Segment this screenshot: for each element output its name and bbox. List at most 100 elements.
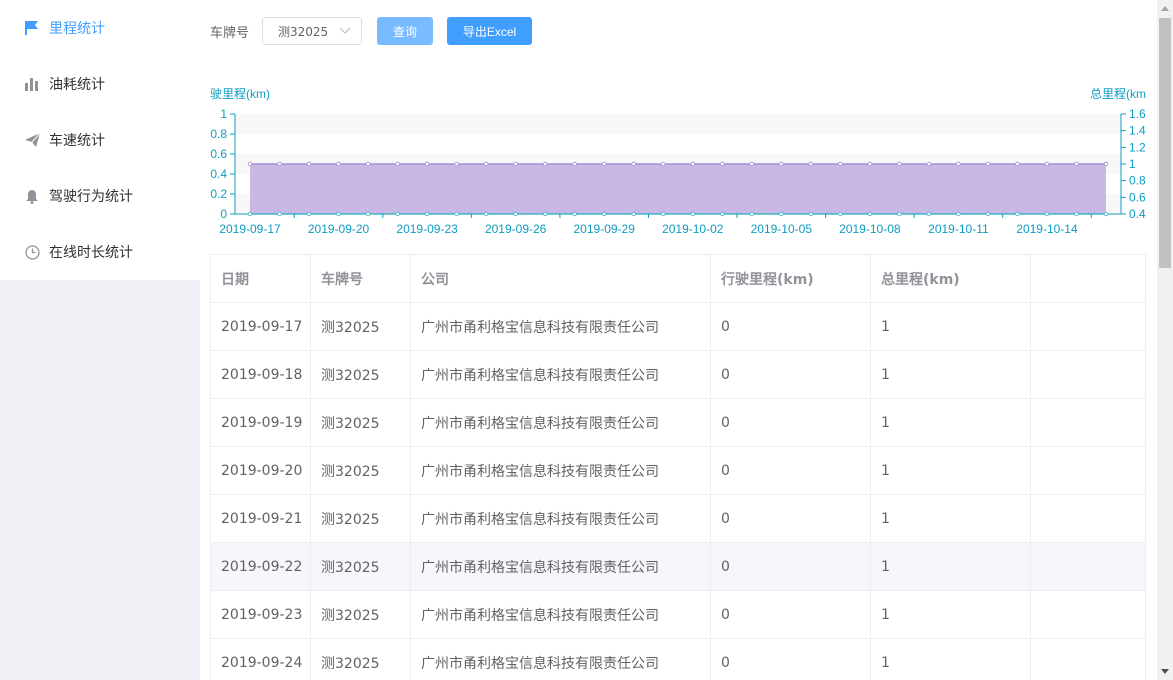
export-excel-button[interactable]: 导出Excel [447,17,533,45]
mileage-table: 日期 车牌号 公司 行驶里程(km) 总里程(km) 2019-09-17 测32025 广州… [210,254,1146,680]
left-axis-title: 驶里程(km) [210,86,270,101]
table-cell: 测32025 [311,543,411,590]
driving-mileage-point [838,211,843,217]
left-tick-label: 0.8 [210,127,227,141]
query-button[interactable]: 查询 [377,17,434,45]
sidebar-item-speed[interactable]: 车速统计 [0,112,200,168]
table-row[interactable]: 2019-09-21 测32025 广州市甬利格宝信息科技有限责任公司 0 1 [211,495,1145,543]
driving-mileage-point [395,211,400,217]
x-tick-label: 2019-10-02 [662,222,724,236]
table-cell: 2019-09-20 [211,447,311,494]
column-header[interactable]: 总里程(km) [871,255,1031,302]
total-mileage-point [454,161,459,167]
table-row[interactable]: 2019-09-17 测32025 广州市甬利格宝信息科技有限责任公司 0 1 [211,303,1145,351]
total-mileage-point [956,161,961,167]
sidebar-item-label: 在线时长统计 [49,245,133,261]
table-row[interactable]: 2019-09-18 测32025 广州市甬利格宝信息科技有限责任公司 0 1 [211,351,1145,399]
table-cell: 测32025 [311,351,411,398]
driving-mileage-point [247,211,253,217]
right-axis-title: 总里程(km [1090,86,1146,101]
sidebar: 里程统计 油耗统计 车速统计 驾驶行为统计 在线时长统计 [0,0,200,680]
total-mileage-point [306,161,312,167]
total-mileage-point [720,161,725,167]
table-cell: 1 [871,591,1031,638]
x-tick-label: 2019-09-26 [485,222,547,236]
left-tick-label: 0.6 [210,147,227,161]
total-mileage-area [250,164,1106,214]
table-row[interactable]: 2019-09-23 测32025 广州市甬利格宝信息科技有限责任公司 0 1 [211,591,1145,639]
column-header[interactable]: 公司 [411,255,711,302]
table-cell: 1 [871,303,1031,350]
sidebar-item-mileage[interactable]: 里程统计 [0,0,200,56]
x-tick-label: 2019-10-11 [928,222,989,236]
total-mileage-point [808,161,814,167]
table-cell: 测32025 [311,303,411,350]
table-cell: 广州市甬利格宝信息科技有限责任公司 [411,591,711,638]
table-cell: 1 [871,351,1031,398]
mileage-chart: 驶里程(km) 总里程(km 1 0.8 0.6 0.4 0.2 0 1.6 1.4 1.2 1 0.8… [210,86,1146,236]
page-scrollbar[interactable] [1157,0,1173,680]
driving-mileage-point [424,211,430,217]
x-tick-label: 2019-10-14 [1016,222,1078,236]
sidebar-item-online-time[interactable]: 在线时长统计 [0,224,200,280]
table-cell: 0 [711,543,871,590]
column-header[interactable]: 日期 [211,255,311,302]
total-mileage-point [513,161,518,167]
table-header-row: 日期 车牌号 公司 行驶里程(km) 总里程(km) [211,255,1145,303]
total-mileage-point [1103,161,1109,167]
column-header[interactable]: 车牌号 [311,255,411,302]
table-cell: 0 [711,447,871,494]
scroll-down-arrow-icon[interactable] [1161,669,1169,674]
driving-mileage-point [720,211,725,217]
sidebar-item-label: 油耗统计 [49,77,105,93]
table-cell: 广州市甬利格宝信息科技有限责任公司 [411,495,711,542]
total-mileage-point [247,161,253,167]
total-mileage-point [897,161,902,167]
driving-mileage-point [454,211,459,217]
total-mileage-point [631,161,636,167]
table-row[interactable]: 2019-09-22 测32025 广州市甬利格宝信息科技有限责任公司 0 1 [211,543,1145,591]
table-row[interactable]: 2019-09-20 测32025 广州市甬利格宝信息科技有限责任公司 0 1 [211,447,1145,495]
table-cell: 0 [711,351,871,398]
x-tick-label: 2019-09-23 [396,222,458,236]
table-cell: 广州市甬利格宝信息科技有限责任公司 [411,447,711,494]
scrollbar-thumb[interactable] [1159,18,1171,268]
bar-chart-icon [24,76,40,92]
left-tick-label: 0.4 [210,167,227,181]
total-mileage-point [867,161,873,167]
chart-band [235,134,1121,154]
total-mileage-point [365,161,371,167]
table-cell: 1 [871,639,1031,680]
sidebar-item-label: 驾驶行为统计 [49,189,133,205]
table-cell: 2019-09-19 [211,399,311,446]
scroll-up-arrow-icon[interactable] [1161,6,1169,11]
driving-mileage-point [749,211,754,217]
table-cell: 广州市甬利格宝信息科技有限责任公司 [411,639,711,680]
column-header[interactable]: 行驶里程(km) [711,255,871,302]
table-cell: 广州市甬利格宝信息科技有限责任公司 [411,399,711,446]
table-cell: 2019-09-17 [211,303,311,350]
table-row[interactable]: 2019-09-19 测32025 广州市甬利格宝信息科技有限责任公司 0 1 [211,399,1145,447]
sidebar-item-fuel[interactable]: 油耗统计 [0,56,200,112]
right-tick-label: 1.6 [1129,107,1146,121]
chart-band [235,114,1121,134]
right-tick-label: 0.8 [1129,174,1146,188]
paper-plane-icon [24,132,40,148]
total-mileage-point [602,161,607,167]
driving-mileage-point [483,211,489,217]
driving-mileage-point [631,211,636,217]
table-cell: 2019-09-21 [211,495,311,542]
right-tick-label: 1.4 [1129,124,1146,138]
driving-mileage-point [306,211,312,217]
driving-mileage-point [513,211,518,217]
table-cell: 0 [711,495,871,542]
driving-mileage-point [1015,211,1020,217]
driving-mileage-point [985,211,991,217]
driving-mileage-point [572,211,577,217]
main-content: 车牌号 测32025 查询 导出Excel 驶里程(km) 总里程(km 1 0.8 0… [200,0,1157,680]
right-tick-label: 1.2 [1129,140,1146,154]
sidebar-item-driving-behavior[interactable]: 驾驶行为统计 [0,168,200,224]
table-row[interactable]: 2019-09-24 测32025 广州市甬利格宝信息科技有限责任公司 0 1 [211,639,1145,680]
right-tick-label: 1 [1129,157,1136,171]
plate-select[interactable]: 测32025 [262,17,363,45]
